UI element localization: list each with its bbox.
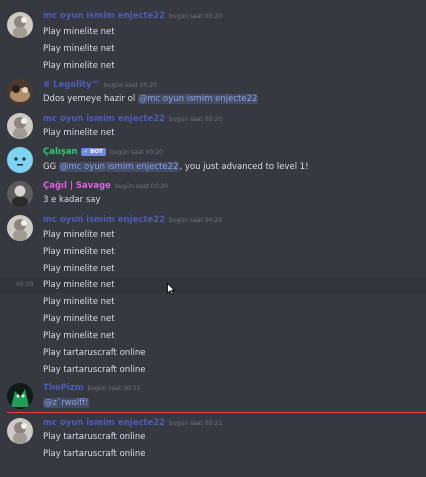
message-content: Play minelite net xyxy=(43,331,115,341)
message-header: Çalışan ✓ BOT bugün saat 00:20 xyxy=(43,147,163,161)
message-content: Ddos yemeye hazir ol @mc oyun ismim enje… xyxy=(43,93,259,105)
timestamp: bugün saat 00:20 xyxy=(169,217,223,224)
timestamp: bugün saat 00:20 xyxy=(169,116,223,123)
username[interactable]: mc oyun ismim enjecte22 xyxy=(43,114,165,124)
username[interactable]: mc oyun ismim enjecte22 xyxy=(43,11,165,21)
message-content: Play tartaruscraft online xyxy=(43,348,146,358)
username[interactable]: Çalışan xyxy=(43,147,78,157)
message-content: GG @mc oyun ismim enjecte22, you just ad… xyxy=(43,161,309,173)
timestamp: bugün saat 00:20 xyxy=(114,183,168,190)
avatar[interactable] xyxy=(7,79,33,105)
message-text: , you just advanced to level 1! xyxy=(179,162,309,172)
message-content: Play minelite net xyxy=(43,314,115,324)
chat-message-list[interactable]: mc oyun ismim enjecte22 bugün saat 00:20 … xyxy=(0,0,426,477)
message-content: 3 e kadar say xyxy=(43,195,101,205)
message-content: Play minelite net xyxy=(43,297,115,307)
timestamp: bugün saat 00:21 xyxy=(169,420,223,427)
message-content: Play tartaruscraft online xyxy=(43,432,146,442)
username[interactable]: # Legality™ xyxy=(43,80,100,90)
hover-timestamp: 00:20 xyxy=(16,281,34,288)
avatar[interactable] xyxy=(7,383,33,409)
message-content: Play minelite net xyxy=(43,247,115,257)
message-content: Play minelite net xyxy=(43,61,115,71)
timestamp: bugün saat 00:20 xyxy=(169,13,223,20)
message-content: Play tartaruscraft online xyxy=(43,449,146,459)
message-content: @z`rwolff! xyxy=(43,397,90,409)
timestamp: bugün saat 00:21 xyxy=(87,385,141,392)
message-content: Play minelite net xyxy=(43,27,115,37)
message-content: Play minelite net xyxy=(43,280,115,290)
avatar[interactable] xyxy=(7,12,33,38)
bot-tag: ✓ BOT xyxy=(80,148,106,156)
message-content: Play minelite net xyxy=(43,230,115,240)
user-mention[interactable]: @z`rwolff! xyxy=(43,398,90,408)
user-mention[interactable]: @mc oyun ismim enjecte22 xyxy=(58,162,180,172)
message-header: mc oyun ismim enjecte22 bugün saat 00:20 xyxy=(43,215,222,229)
message-header: mc oyun ismim enjecte22 bugün saat 00:20 xyxy=(43,114,222,128)
message-content: Play tartaruscraft online xyxy=(43,365,146,375)
avatar[interactable] xyxy=(7,181,33,207)
message-header: Çağıl | Savage bugün saat 00:20 xyxy=(43,181,168,195)
username[interactable]: Çağıl | Savage xyxy=(43,181,111,191)
username[interactable]: mc oyun ismim enjecte22 xyxy=(43,418,165,428)
message-content: Play minelite net xyxy=(43,128,115,138)
message-content: Play minelite net xyxy=(43,264,115,274)
avatar[interactable] xyxy=(7,215,33,241)
message-header: mc oyun ismim enjecte22 bugün saat 00:20 xyxy=(43,11,222,25)
message-header: mc oyun ismim enjecte22 bugün saat 00:21 xyxy=(43,418,222,432)
username[interactable]: mc oyun ismim enjecte22 xyxy=(43,215,165,225)
mouse-cursor-icon xyxy=(167,283,175,295)
avatar[interactable] xyxy=(7,418,33,444)
user-mention[interactable]: @mc oyun ismim enjecte22 xyxy=(137,94,259,104)
avatar[interactable] xyxy=(7,147,33,173)
username[interactable]: ThePizm xyxy=(43,383,84,393)
new-messages-divider xyxy=(7,412,426,413)
timestamp: bugün saat 00:20 xyxy=(104,82,157,89)
message-header: # Legality™ bugün saat 00:20 xyxy=(43,80,157,94)
message-text: Ddos yemeye hazir ol xyxy=(43,94,138,104)
avatar[interactable] xyxy=(7,113,33,139)
message-text: GG xyxy=(43,162,59,172)
message-header: ThePizm bugün saat 00:21 xyxy=(43,383,141,397)
message-content: Play minelite net xyxy=(43,44,115,54)
timestamp: bugün saat 00:20 xyxy=(109,149,163,156)
